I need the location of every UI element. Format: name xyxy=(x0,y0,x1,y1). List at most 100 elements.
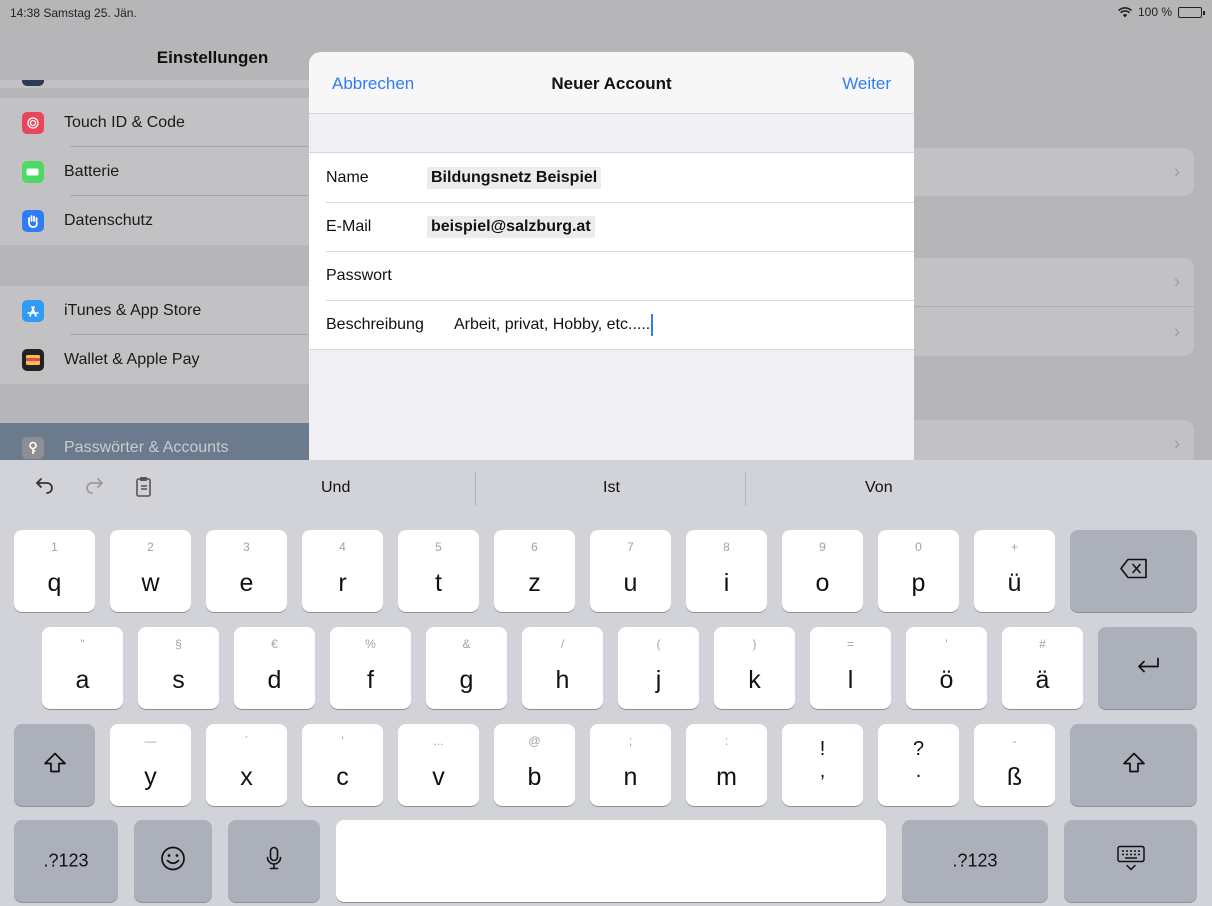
return-key[interactable] xyxy=(1098,627,1197,709)
backspace-key[interactable] xyxy=(1070,530,1197,612)
status-time-date: 14:38 Samstag 25. Jän. xyxy=(10,6,137,20)
wallet-icon xyxy=(22,348,44,371)
name-field[interactable]: Bildungsnetz Beispiel xyxy=(427,166,602,189)
key-char: t xyxy=(435,569,442,597)
key-t[interactable]: 5t xyxy=(398,530,479,612)
key-r[interactable]: 4r xyxy=(302,530,383,612)
key-alt-char: : xyxy=(724,734,729,748)
description-field[interactable]: Arbeit, privat, Hobby, etc..... xyxy=(454,313,654,336)
redo-icon[interactable] xyxy=(84,476,104,500)
emoji-key[interactable] xyxy=(134,820,212,902)
key-top-char: ! xyxy=(819,738,826,760)
key-char: e xyxy=(239,569,254,597)
key-alt-char: ) xyxy=(752,637,757,651)
key-alt-char: @ xyxy=(528,734,541,748)
shift-right-key[interactable] xyxy=(1070,724,1197,806)
key-char: g xyxy=(459,666,474,694)
key-char: ö xyxy=(939,666,954,694)
key-alt-char: / xyxy=(560,637,565,651)
key-x[interactable]: ` x xyxy=(206,724,287,806)
numbers-key-right[interactable]: .?123 xyxy=(902,820,1048,902)
key-alt-char: - xyxy=(1012,734,1017,748)
key-c[interactable]: ' c xyxy=(302,724,383,806)
key-ue[interactable]: + ü xyxy=(974,530,1055,612)
key-char: c xyxy=(336,763,349,791)
key-char: s xyxy=(172,666,185,694)
key-char: p xyxy=(911,569,926,597)
onscreen-keyboard: Und Ist Von 1q 2w 3e 4r 5t 6z 7u 8i 9o 0… xyxy=(0,460,1212,906)
key-ae[interactable]: # ä xyxy=(1002,627,1083,709)
next-button[interactable]: Weiter xyxy=(842,74,891,94)
key-b[interactable]: @ b xyxy=(494,724,575,806)
key-oe[interactable]: ' ö xyxy=(906,627,987,709)
numbers-key-left[interactable]: .?123 xyxy=(14,820,118,902)
key-n[interactable]: ; n xyxy=(590,724,671,806)
key-w[interactable]: 2w xyxy=(110,530,191,612)
key-alt-char: 6 xyxy=(531,540,538,554)
key-question-period[interactable]: ? . xyxy=(878,724,959,806)
emoji-icon xyxy=(134,846,212,877)
email-row[interactable]: E-Mail beispiel@salzburg.at xyxy=(309,202,914,251)
keyboard-dismiss-icon xyxy=(1064,845,1197,878)
key-q[interactable]: 1q xyxy=(14,530,95,612)
key-s[interactable]: § s xyxy=(138,627,219,709)
key-alt-char: " xyxy=(80,637,85,651)
battery-percent: 100 % xyxy=(1137,5,1172,19)
key-h[interactable]: / h xyxy=(522,627,603,709)
email-field[interactable]: beispiel@salzburg.at xyxy=(427,215,595,238)
key-alt-char: 8 xyxy=(723,540,730,554)
microphone-icon xyxy=(228,846,320,877)
password-row[interactable]: Passwort xyxy=(309,251,914,300)
sidebar-item-label: Batterie xyxy=(64,162,120,180)
key-l[interactable]: = l xyxy=(810,627,891,709)
key-g[interactable]: & g xyxy=(426,627,507,709)
suggestion-3[interactable]: Von xyxy=(865,479,893,497)
partial-icon xyxy=(22,80,44,86)
key-alt-char: § xyxy=(175,637,182,651)
hand-icon xyxy=(22,209,44,232)
undo-icon[interactable] xyxy=(35,476,55,500)
name-row[interactable]: Name Bildungsnetz Beispiel xyxy=(309,153,914,202)
key-k[interactable]: ) k xyxy=(714,627,795,709)
paste-icon[interactable] xyxy=(133,476,153,504)
key-char: n xyxy=(623,763,638,791)
key-alt-char: € xyxy=(271,637,278,651)
key-char: x xyxy=(240,763,253,791)
key-char: o xyxy=(815,569,830,597)
key-v[interactable]: ... v xyxy=(398,724,479,806)
key-o[interactable]: 9o xyxy=(782,530,863,612)
key-d[interactable]: € d xyxy=(234,627,315,709)
key-y[interactable]: — y xyxy=(110,724,191,806)
key-f[interactable]: % f xyxy=(330,627,411,709)
space-key[interactable] xyxy=(336,820,886,902)
key-alt-char: = xyxy=(846,637,854,651)
key-char: j xyxy=(655,666,662,694)
key-i[interactable]: 8i xyxy=(686,530,767,612)
shift-left-key[interactable] xyxy=(14,724,95,806)
key-a[interactable]: " a xyxy=(42,627,123,709)
key-alt-char: 2 xyxy=(147,540,154,554)
key-char: k xyxy=(748,666,761,694)
key-bottom-char: , xyxy=(819,760,826,782)
key-exclamation-comma[interactable]: ! , xyxy=(782,724,863,806)
key-e[interactable]: 3e xyxy=(206,530,287,612)
key-j[interactable]: (j xyxy=(618,627,699,709)
key-char: y xyxy=(144,763,157,791)
key-m[interactable]: :m xyxy=(686,724,767,806)
key-alt-char: & xyxy=(462,637,471,651)
key-eszett[interactable]: -ß xyxy=(974,724,1055,806)
email-label: E-Mail xyxy=(326,217,372,235)
key-char: l xyxy=(847,666,854,694)
suggestion-1[interactable]: Und xyxy=(321,479,350,497)
description-row[interactable]: Beschreibung Arbeit, privat, Hobby, etc.… xyxy=(309,300,914,349)
chevron-right-icon: › xyxy=(1174,161,1180,182)
key-z[interactable]: 6z xyxy=(494,530,575,612)
key-p[interactable]: 0p xyxy=(878,530,959,612)
key-alt-char: 1 xyxy=(51,540,58,554)
suggestion-2[interactable]: Ist xyxy=(603,479,620,497)
key-u[interactable]: 7u xyxy=(590,530,671,612)
hide-keyboard-key[interactable] xyxy=(1064,820,1197,902)
dictation-key[interactable] xyxy=(228,820,320,902)
key-char: i xyxy=(723,569,730,597)
description-value: Arbeit, privat, Hobby, etc..... xyxy=(454,315,651,333)
